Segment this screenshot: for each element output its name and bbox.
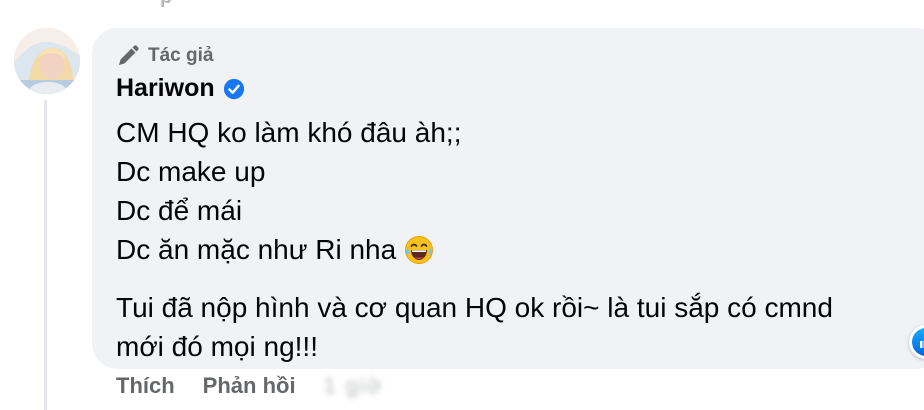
like-button[interactable]: Thích (116, 373, 175, 399)
laughing-tears-emoji-icon (404, 235, 434, 265)
thread-line (44, 100, 47, 410)
comment-line: mới đó mọi ng!!! (116, 331, 318, 362)
comment-timestamp[interactable]: 1 giờ (324, 373, 384, 399)
author-name-link[interactable]: Hariwon (116, 74, 215, 103)
avatar-photo (14, 28, 80, 94)
previous-content-remnant: p (160, 0, 172, 9)
author-name-row: Hariwon (116, 74, 245, 103)
avatar[interactable] (14, 28, 80, 94)
comment-actions: Thích Phản hồi 1 giờ (116, 373, 383, 399)
reply-button[interactable]: Phản hồi (203, 373, 296, 399)
author-badge: Tác giả (116, 44, 213, 68)
comment-line-with-emoji: Dc ăn mặc như Ri nha (116, 230, 833, 269)
pen-icon (116, 44, 140, 68)
comment-text: CM HQ ko làm khó đâu àh;; Dc make up Dc … (116, 113, 833, 366)
comment-line: Tui đã nộp hình và cơ quan HQ ok rồi~ là… (116, 292, 833, 323)
like-icon (920, 340, 924, 348)
comment-line: CM HQ ko làm khó đâu àh;; (116, 117, 462, 148)
comment-line: Dc make up (116, 156, 266, 187)
like-reaction (912, 328, 924, 356)
comment-line-text: Dc ăn mặc như Ri nha (116, 234, 397, 265)
author-badge-label: Tác giả (148, 45, 214, 66)
comment-line: Dc để mái (116, 195, 243, 226)
verified-badge-icon (223, 78, 245, 100)
comment-screenshot: p Tác giả Hariwon (0, 0, 924, 410)
